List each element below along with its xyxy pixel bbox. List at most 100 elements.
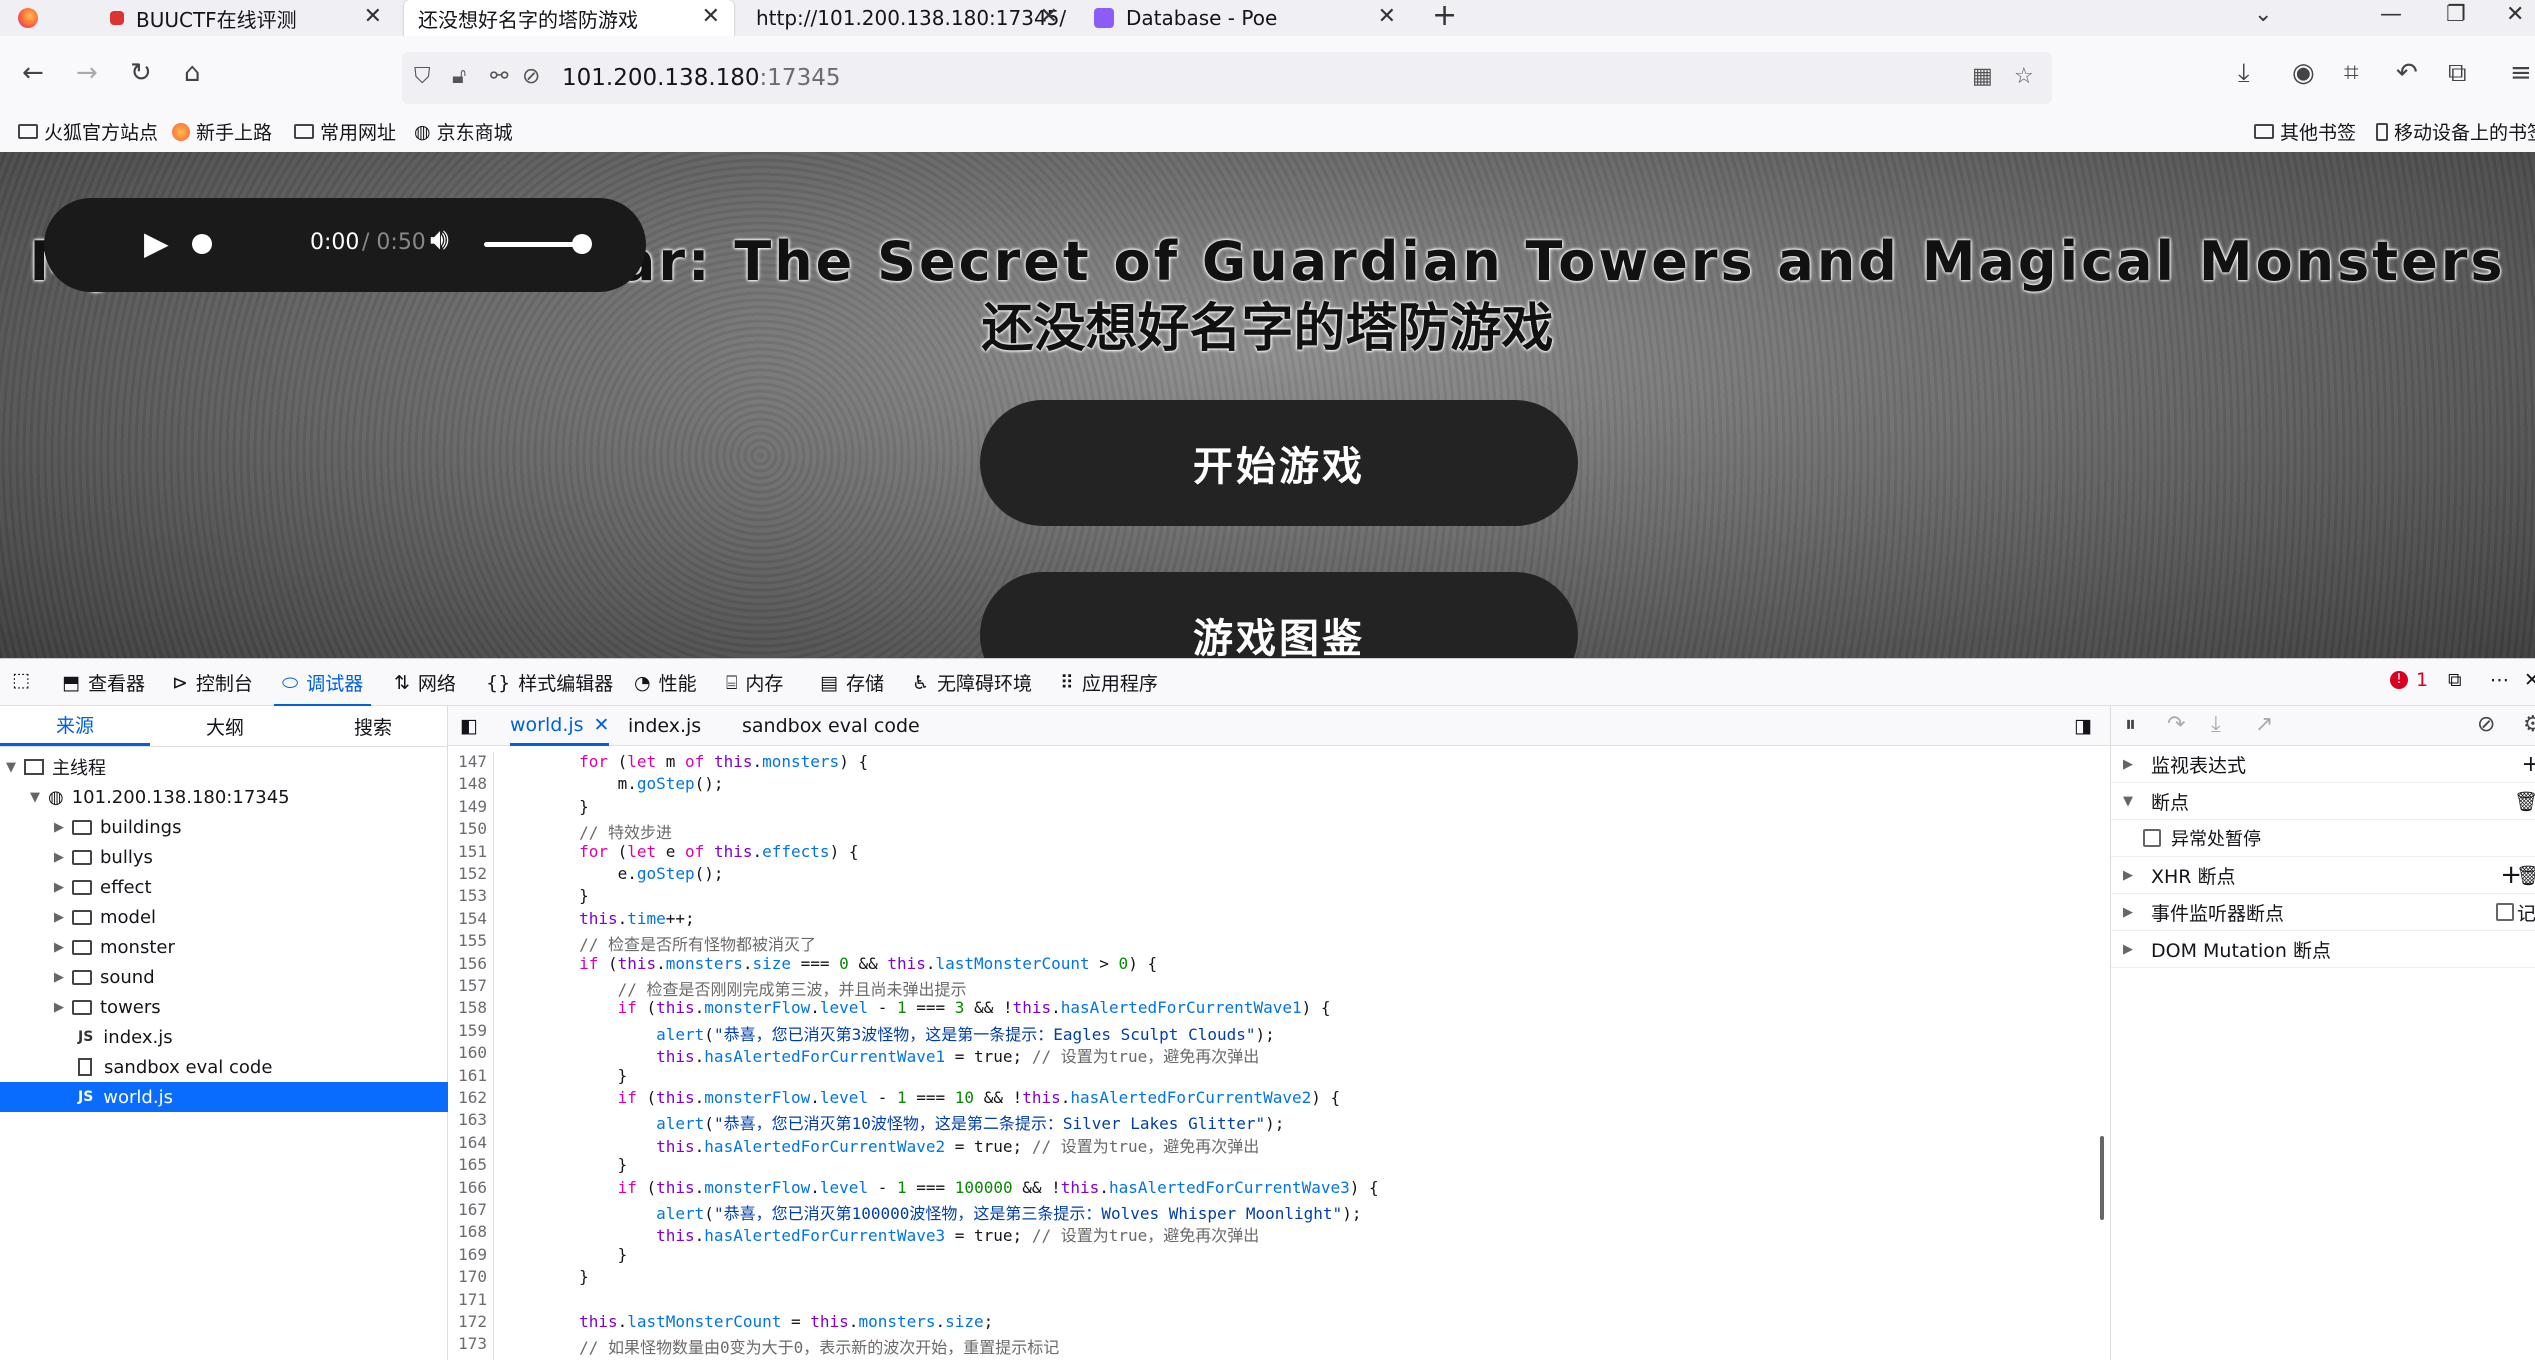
tab-tower-defense[interactable]: 还没想好名字的塔防游戏 ✕ (404, 0, 734, 36)
tab-url[interactable]: http://101.200.138.180:17345/ ✕ (742, 0, 1072, 36)
menu-icon[interactable]: ≡ (2510, 58, 2532, 88)
close-tab-icon[interactable]: ✕ (1040, 4, 1058, 29)
account-icon[interactable]: ◉ (2292, 58, 2315, 88)
tree-folder-bullys[interactable]: ▶ bullys (0, 842, 448, 872)
tab-search[interactable]: 搜索 (298, 706, 448, 746)
remove-all-icon[interactable]: 🗑︎ (2514, 790, 2535, 813)
tree-folder-effect[interactable]: ▶ effect (0, 872, 448, 902)
audio-player[interactable]: ▶ 0:00 / 0:50 🔊︎ (44, 198, 646, 292)
start-game-button[interactable]: 开始游戏 (980, 400, 1578, 526)
add-watch-icon[interactable]: + (2522, 752, 2535, 777)
line-number[interactable]: 173 (458, 1334, 487, 1353)
dom-mutation-breakpoints-section[interactable]: ▶ DOM Mutation 断点 (2111, 931, 2535, 968)
line-number[interactable]: 163 (458, 1110, 487, 1129)
bookmark-common-sites[interactable]: 常用网址 (294, 118, 396, 145)
line-number[interactable]: 158 (458, 998, 487, 1017)
restore-icon[interactable]: ❐ (2446, 2, 2466, 27)
line-number[interactable]: 169 (458, 1245, 487, 1264)
undo-icon[interactable]: ↶ (2396, 58, 2418, 88)
toggle-sidebar-icon[interactable]: ◧ (460, 706, 478, 746)
pause-exceptions-checkbox[interactable] (2143, 829, 2161, 847)
code-area[interactable]: for (let m of this.monsters) { m.goStep(… (502, 752, 2102, 1360)
volume-handle[interactable] (572, 234, 592, 254)
extensions-icon[interactable]: ⧉ (2448, 58, 2467, 89)
qr-code-icon[interactable]: ▦ (1972, 64, 1993, 89)
tree-file-world-js[interactable]: JS world.js (0, 1082, 448, 1112)
more-options-icon[interactable]: ⋯ (2490, 669, 2509, 691)
close-window-icon[interactable]: ✕ (2506, 2, 2524, 27)
tab-outline[interactable]: 大纲 (150, 706, 300, 746)
tree-host[interactable]: ▼ ◍ 101.200.138.180:17345 (0, 782, 448, 812)
pause-on-exceptions[interactable]: 异常处暂停 (2111, 820, 2535, 857)
reload-icon[interactable]: ↻ (130, 58, 152, 88)
editor-tab-index-js[interactable]: index.js (628, 706, 701, 746)
tool-inspector[interactable]: ⬒ 查看器 (62, 669, 145, 696)
event-listener-breakpoints-section[interactable]: ▶ 事件监听器断点 记 (2111, 894, 2535, 931)
line-number[interactable]: 159 (458, 1021, 487, 1040)
xhr-breakpoints-section[interactable]: ▶ XHR 断点 + 🗑︎ (2111, 857, 2535, 894)
bookmark-mobile[interactable]: 移动设备上的书签 (2376, 118, 2535, 145)
dock-icon[interactable]: ⧉ (2448, 669, 2462, 691)
close-tab-icon[interactable]: ✕ (702, 4, 720, 29)
line-number[interactable]: 166 (458, 1178, 487, 1197)
url-bar[interactable]: ⛉ 🔓︎ ⚯ ⊘ 101.200.138.180:17345 ▦ ☆ (402, 52, 2052, 104)
line-number[interactable]: 150 (458, 819, 487, 838)
volume-slider[interactable] (484, 242, 584, 247)
toggle-right-pane-icon[interactable]: ◨ (2074, 706, 2092, 746)
watch-expressions-section[interactable]: ▶ 监视表达式 + (2111, 746, 2535, 783)
scrollbar-thumb[interactable] (2100, 1136, 2104, 1220)
line-number[interactable]: 153 (458, 886, 487, 905)
shield-icon[interactable]: ⛉ (414, 64, 431, 89)
volume-icon[interactable]: 🔊︎ (430, 222, 449, 257)
element-picker-icon[interactable]: ⬚ (12, 669, 30, 691)
tool-performance[interactable]: ◔ 性能 (634, 669, 697, 696)
home-icon[interactable]: ⌂ (184, 58, 201, 88)
tool-accessibility[interactable]: ♿︎ 无障碍环境 (912, 669, 1032, 696)
bookmark-other[interactable]: 其他书签 (2254, 118, 2356, 145)
tree-folder-buildings[interactable]: ▶ buildings (0, 812, 448, 842)
tool-storage[interactable]: ▤ 存储 (820, 669, 884, 696)
line-number[interactable]: 161 (458, 1066, 487, 1085)
tree-folder-model[interactable]: ▶ model (0, 902, 448, 932)
error-badge[interactable]: ! 1 (2390, 669, 2428, 691)
delete-icon[interactable]: 🗑︎ (2516, 864, 2535, 887)
pause-icon[interactable]: ⏸︎ (2125, 712, 2136, 737)
tab-buuctf[interactable]: BUUCTF在线评测 ✕ (96, 0, 396, 36)
step-in-icon[interactable]: ⤓ (2211, 712, 2221, 737)
editor-tab-sandbox[interactable]: sandbox eval code (742, 706, 920, 746)
log-checkbox[interactable] (2496, 903, 2514, 921)
new-tab-button[interactable]: + (1432, 0, 1457, 33)
line-number[interactable]: 152 (458, 864, 487, 883)
autoplay-blocked-icon[interactable]: ⊘ (522, 64, 540, 89)
editor-tab-world-js[interactable]: world.js ✕ (510, 706, 610, 746)
tool-application[interactable]: ⠿ 应用程序 (1060, 669, 1158, 696)
step-out-icon[interactable]: ↗ (2255, 712, 2273, 737)
minimize-icon[interactable]: — (2380, 2, 2402, 27)
line-number[interactable]: 170 (458, 1267, 487, 1286)
line-number[interactable]: 162 (458, 1088, 487, 1107)
line-number[interactable]: 155 (458, 931, 487, 950)
insecure-lock-icon[interactable]: 🔓︎ (452, 64, 466, 89)
tree-folder-sound[interactable]: ▶ sound (0, 962, 448, 992)
close-devtools-icon[interactable]: ✕ (2524, 669, 2535, 691)
settings-icon[interactable]: ⚙ (2523, 712, 2535, 737)
tab-poe[interactable]: Database - Poe ✕ (1080, 0, 1410, 36)
game-gallery-button[interactable]: 游戏图鉴 (980, 572, 1578, 658)
line-number[interactable]: 156 (458, 954, 487, 973)
back-icon[interactable]: ← (22, 58, 44, 88)
list-all-tabs-icon[interactable]: ⌄ (2254, 2, 2272, 27)
bookmark-jd[interactable]: ◍ 京东商城 (414, 118, 513, 145)
line-number[interactable]: 167 (458, 1200, 487, 1219)
line-number[interactable]: 171 (458, 1290, 487, 1309)
tool-console[interactable]: ⊳ 控制台 (172, 669, 253, 696)
tree-file-index-js[interactable]: JS index.js (0, 1022, 448, 1052)
line-number[interactable]: 149 (458, 797, 487, 816)
line-number[interactable]: 148 (458, 774, 487, 793)
line-number[interactable]: 168 (458, 1222, 487, 1241)
tool-debugger[interactable]: ⬭ 调试器 (273, 669, 372, 707)
tree-main-thread[interactable]: ▼ 主线程 (0, 752, 448, 782)
crop-icon[interactable]: ⌗ (2344, 58, 2359, 89)
close-tab-icon[interactable]: ✕ (364, 4, 382, 29)
tree-folder-towers[interactable]: ▶ towers (0, 992, 448, 1022)
bookmark-getting-started[interactable]: 新手上路 (172, 118, 272, 145)
